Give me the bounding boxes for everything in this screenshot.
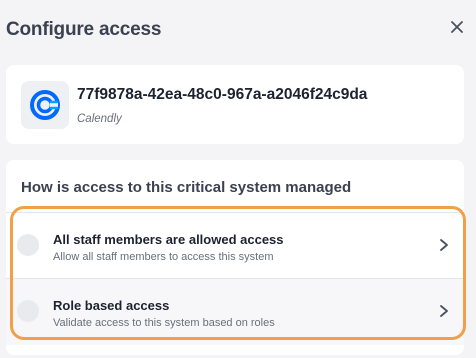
access-options: All staff members are allowed access All… — [6, 212, 464, 345]
chevron-right-icon — [440, 305, 448, 317]
option-all-staff[interactable]: All staff members are allowed access All… — [6, 213, 464, 279]
system-card: 77f9878a-42ea-48c0-967a-a2046f24c9da Cal… — [6, 65, 464, 144]
system-id: 77f9878a-42ea-48c0-967a-a2046f24c9da — [77, 86, 368, 103]
radio-button[interactable] — [17, 300, 39, 322]
access-question-card: How is access to this critical system ma… — [6, 160, 464, 355]
option-description: Validate access to this system based on … — [53, 317, 275, 329]
option-title: Role based access — [53, 298, 170, 313]
chevron-right-icon — [440, 239, 448, 251]
calendly-logo-icon — [30, 90, 60, 120]
option-description: Allow all staff members to access this s… — [53, 251, 274, 263]
system-name: Calendly — [77, 113, 122, 125]
dialog-title: Configure access — [6, 19, 162, 40]
question-heading: How is access to this critical system ma… — [21, 179, 352, 196]
system-logo — [21, 81, 69, 129]
dialog-header: Configure access — [0, 0, 476, 62]
close-button[interactable] — [446, 16, 468, 38]
close-icon — [451, 21, 463, 33]
radio-button[interactable] — [17, 234, 39, 256]
option-title: All staff members are allowed access — [53, 232, 284, 247]
option-role-based[interactable]: Role based access Validate access to thi… — [6, 279, 464, 345]
